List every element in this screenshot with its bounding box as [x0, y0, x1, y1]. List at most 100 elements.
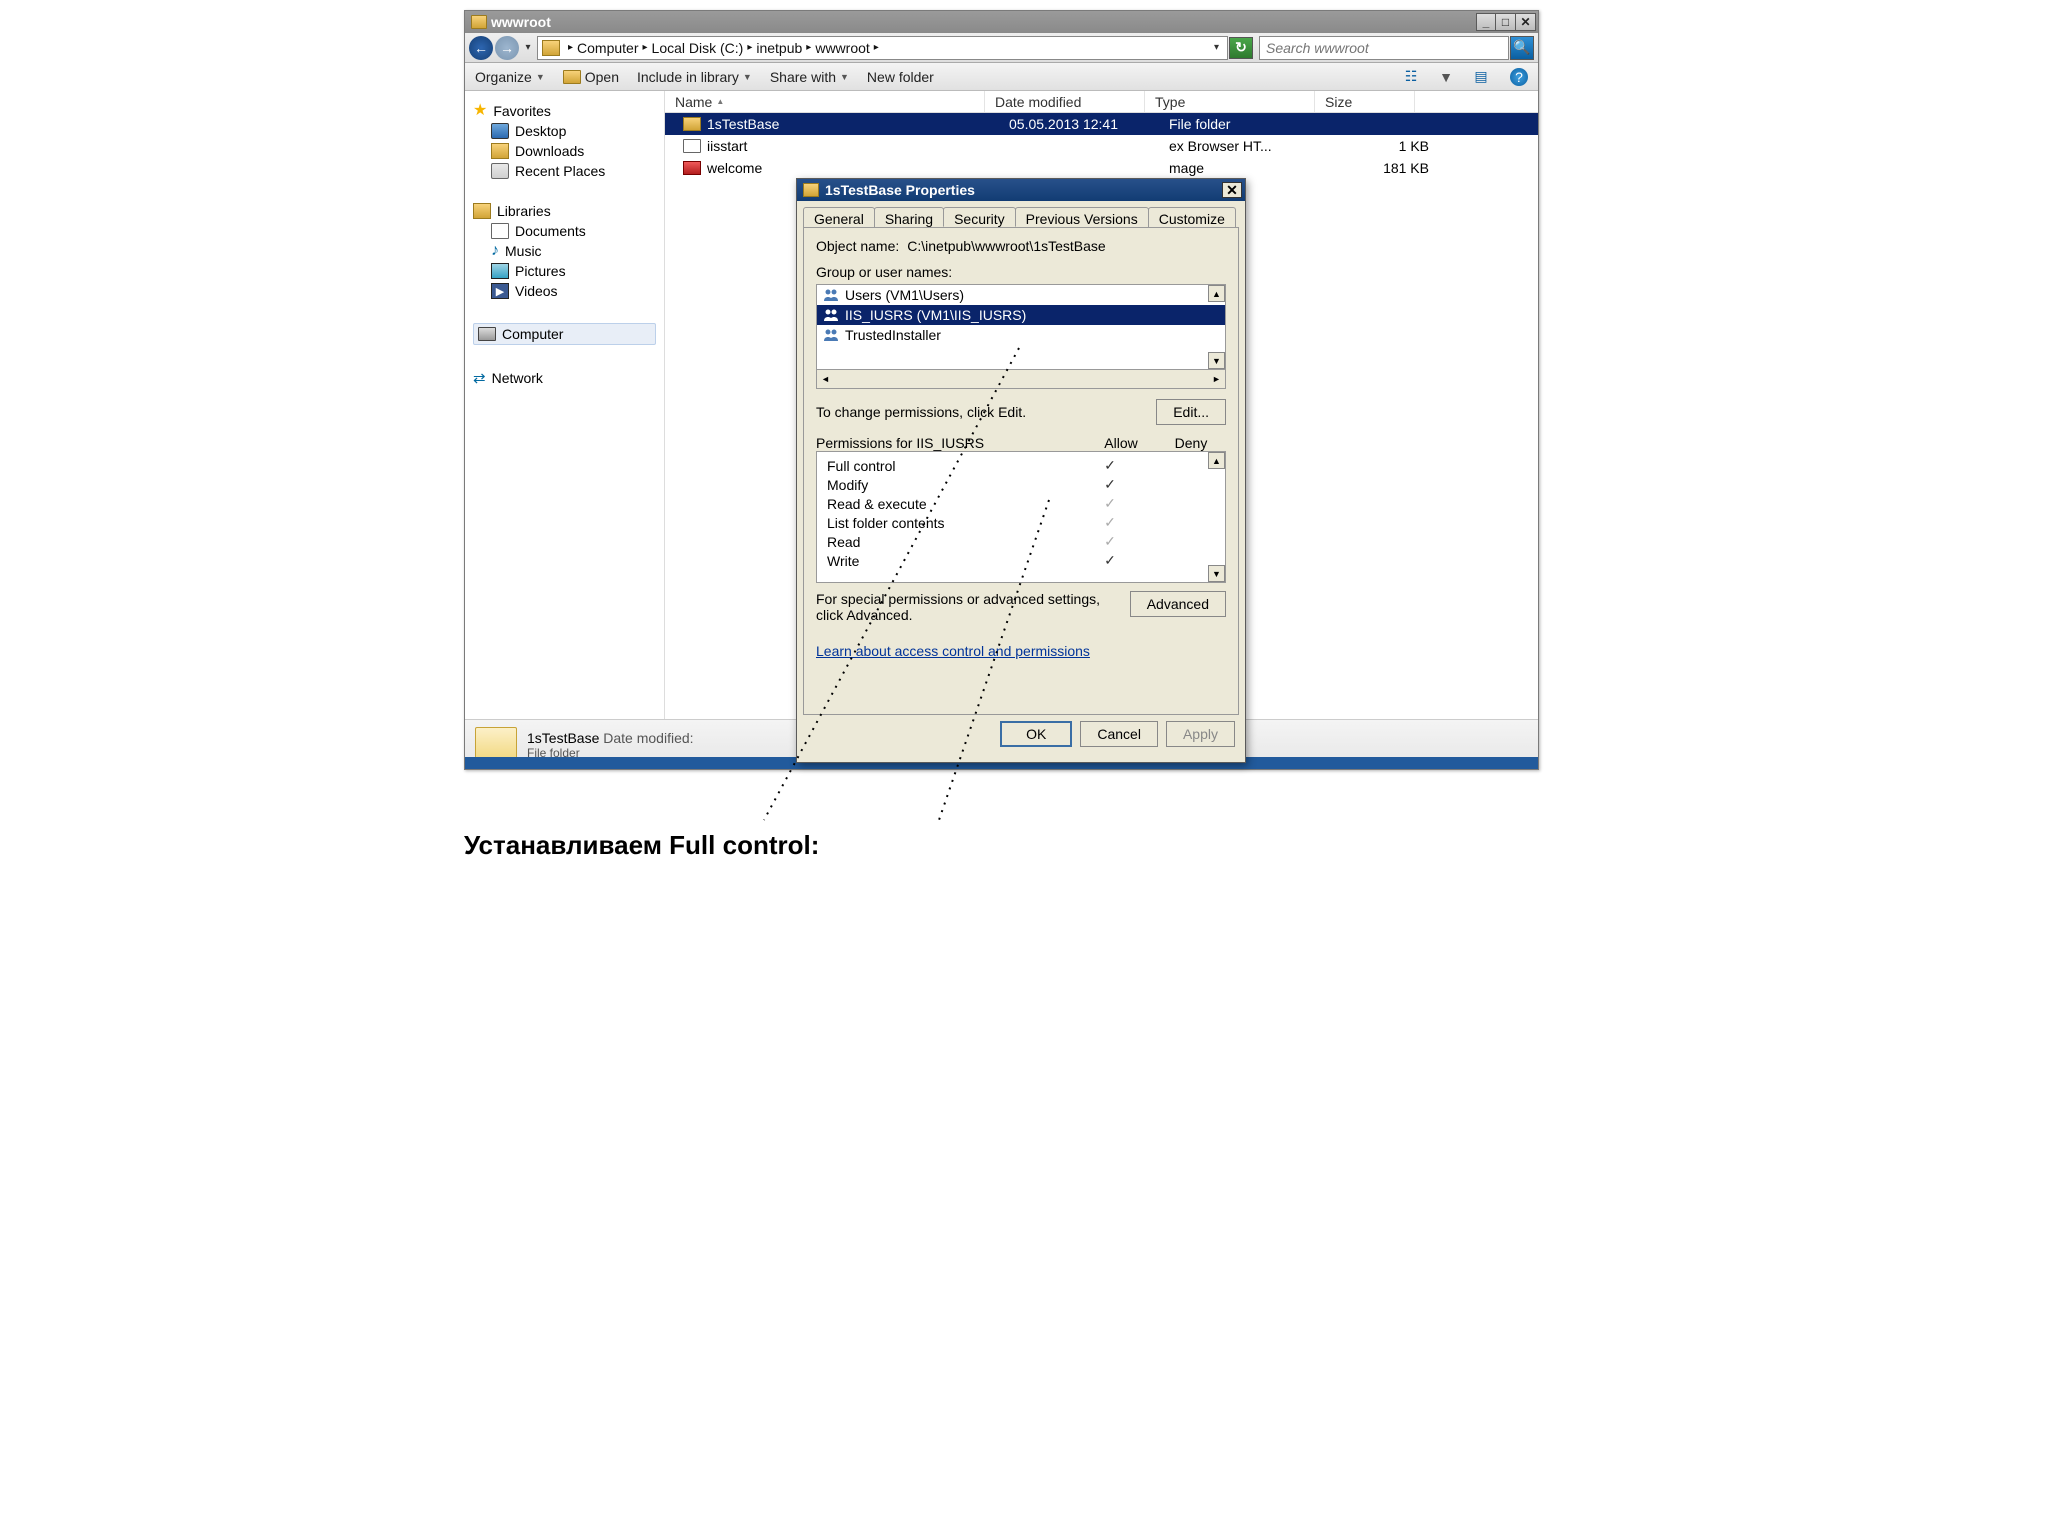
advanced-button[interactable]: Advanced	[1130, 591, 1226, 617]
address-dropdown-icon[interactable]: ▾	[1214, 42, 1219, 53]
groups-label: Group or user names:	[816, 264, 1226, 280]
scroll-up-button[interactable]: ▲	[1208, 285, 1225, 302]
users-icon	[823, 328, 839, 342]
tab-body-security: Object name: C:\inetpub\wwwroot\1sTestBa…	[803, 227, 1239, 715]
horizontal-scrollbar[interactable]: ◄ ►	[816, 369, 1226, 389]
history-dropdown[interactable]: ▾	[521, 37, 535, 59]
dialog-title: 1sTestBase Properties	[825, 182, 1222, 198]
file-row[interactable]: iisstart ex Browser HT... 1 KB	[665, 135, 1538, 157]
group-item[interactable]: TrustedInstaller	[817, 325, 1225, 345]
search-input-container[interactable]	[1259, 36, 1509, 60]
folder-icon	[683, 117, 701, 131]
sort-asc-icon: ▲	[716, 97, 724, 106]
permissions-listbox[interactable]: ▲ ▼ Full control ✓ Modify ✓ Read & execu…	[816, 451, 1226, 583]
share-with-menu[interactable]: Share with ▼	[770, 69, 849, 85]
nav-downloads[interactable]: Downloads	[491, 143, 656, 159]
status-date-label: Date modified:	[603, 730, 693, 746]
scroll-down-button[interactable]: ▼	[1208, 352, 1225, 369]
edit-button[interactable]: Edit...	[1156, 399, 1226, 425]
network-icon: ⇄	[473, 369, 486, 387]
permission-row[interactable]: Read & execute ✓	[817, 494, 1225, 513]
search-input[interactable]	[1264, 39, 1504, 57]
folder-icon	[803, 183, 819, 197]
close-button[interactable]: ✕	[1516, 13, 1536, 31]
group-listbox[interactable]: ▲ ▼ Users (VM1\Users) IIS_IUSRS (VM1\IIS_…	[816, 284, 1226, 370]
advanced-hint: For special permissions or advanced sett…	[816, 591, 1122, 623]
tab-previous-versions[interactable]: Previous Versions	[1015, 207, 1149, 227]
breadcrumb[interactable]: ▸ Computer ▸ Local Disk (C:) ▸ inetpub ▸…	[537, 36, 1228, 60]
nav-documents[interactable]: Documents	[491, 223, 656, 239]
recent-places-icon	[491, 163, 509, 179]
allow-check: ✓	[1075, 495, 1145, 512]
dialog-close-button[interactable]: ✕	[1222, 182, 1242, 198]
titlebar[interactable]: wwwroot _ □ ✕	[465, 11, 1538, 33]
nav-pictures[interactable]: Pictures	[491, 263, 656, 279]
help-icon[interactable]: ?	[1510, 68, 1528, 86]
apply-button[interactable]: Apply	[1166, 721, 1235, 747]
group-item[interactable]: Users (VM1\Users)	[817, 285, 1225, 305]
search-button[interactable]: 🔍	[1510, 36, 1534, 60]
organize-menu[interactable]: Organize ▼	[475, 69, 545, 85]
breadcrumb-crumb[interactable]: Local Disk (C:)	[652, 40, 744, 56]
nav-libraries[interactable]: Libraries	[473, 203, 656, 219]
nav-recent-places[interactable]: Recent Places	[491, 163, 656, 179]
properties-dialog: 1sTestBase Properties ✕ GeneralSharingSe…	[796, 178, 1246, 763]
html-icon	[683, 139, 701, 153]
status-item-name: 1sTestBase	[527, 730, 599, 746]
nav-desktop[interactable]: Desktop	[491, 123, 656, 139]
permission-row[interactable]: Full control ✓	[817, 456, 1225, 475]
open-button[interactable]: Open	[563, 69, 619, 85]
tab-sharing[interactable]: Sharing	[874, 207, 944, 227]
ok-button[interactable]: OK	[1000, 721, 1072, 747]
permission-row[interactable]: Read ✓	[817, 532, 1225, 551]
maximize-button[interactable]: □	[1496, 13, 1516, 31]
column-type[interactable]: Type	[1145, 91, 1315, 112]
permission-row[interactable]: Write ✓	[817, 551, 1225, 570]
column-size[interactable]: Size	[1315, 91, 1415, 112]
tab-security[interactable]: Security	[943, 207, 1016, 227]
videos-icon: ▶	[491, 283, 509, 299]
preview-pane-icon[interactable]: ▤	[1470, 67, 1492, 87]
forward-button[interactable]: →	[495, 36, 519, 60]
permission-row[interactable]: List folder contents ✓	[817, 513, 1225, 532]
tab-general[interactable]: General	[803, 207, 875, 227]
include-in-library-menu[interactable]: Include in library ▼	[637, 69, 752, 85]
nav-network[interactable]: ⇄Network	[473, 369, 656, 387]
file-row[interactable]: 1sTestBase 05.05.2013 12:41 File folder	[665, 113, 1538, 135]
breadcrumb-sep: ▸	[747, 42, 752, 53]
view-icon[interactable]: ☷	[1400, 67, 1422, 87]
file-type: File folder	[1169, 116, 1339, 132]
breadcrumb-crumb[interactable]: wwwroot	[815, 40, 869, 56]
dialog-titlebar[interactable]: 1sTestBase Properties ✕	[797, 179, 1245, 201]
group-name: IIS_IUSRS (VM1\IIS_IUSRS)	[845, 307, 1026, 323]
scroll-down-button[interactable]: ▼	[1208, 565, 1225, 582]
refresh-button[interactable]: ↻	[1229, 37, 1253, 59]
cancel-button[interactable]: Cancel	[1080, 721, 1158, 747]
nav-computer[interactable]: Computer	[473, 323, 656, 345]
nav-music[interactable]: ♪Music	[491, 243, 656, 259]
minimize-button[interactable]: _	[1476, 13, 1496, 31]
nav-favorites[interactable]: ★Favorites	[473, 103, 656, 119]
column-date[interactable]: Date modified	[985, 91, 1145, 112]
breadcrumb-sep: ▸	[874, 42, 879, 53]
scroll-up-button[interactable]: ▲	[1208, 452, 1225, 469]
nav-videos[interactable]: ▶Videos	[491, 283, 656, 299]
view-dropdown[interactable]: ▼	[1440, 67, 1452, 87]
file-size: 1 KB	[1339, 138, 1429, 154]
caption-text: Устанавливаем Full control:	[464, 830, 819, 861]
group-item[interactable]: IIS_IUSRS (VM1\IIS_IUSRS)	[817, 305, 1225, 325]
scroll-right-button[interactable]: ►	[1208, 370, 1225, 388]
file-row[interactable]: welcome mage 181 KB	[665, 157, 1538, 179]
breadcrumb-crumb[interactable]: inetpub	[756, 40, 802, 56]
permission-row[interactable]: Modify ✓	[817, 475, 1225, 494]
tab-customize[interactable]: Customize	[1148, 207, 1236, 227]
new-folder-button[interactable]: New folder	[867, 69, 934, 85]
scroll-left-button[interactable]: ◄	[817, 370, 834, 388]
png-icon	[683, 161, 701, 175]
breadcrumb-sep: ▸	[806, 42, 811, 53]
column-name[interactable]: Name▲	[665, 91, 985, 112]
help-link[interactable]: Learn about access control and permissio…	[816, 643, 1090, 659]
breadcrumb-crumb[interactable]: Computer	[577, 40, 638, 56]
file-date: 05.05.2013 12:41	[1009, 116, 1169, 132]
back-button[interactable]: ←	[469, 36, 493, 60]
